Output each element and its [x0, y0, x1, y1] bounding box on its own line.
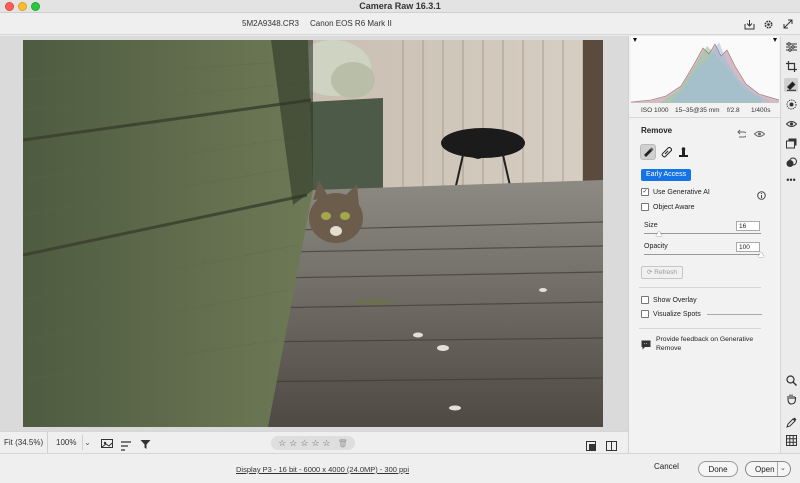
visualize-spots-label: Visualize Spots — [653, 310, 701, 318]
star-icon[interactable]: ☆ — [289, 438, 297, 449]
object-aware-checkbox[interactable] — [641, 203, 649, 211]
opacity-value-input[interactable]: 100 — [736, 242, 760, 252]
size-value-input[interactable]: 16 — [736, 221, 760, 231]
edit-panel: ISO 1000 15–35@35 mm f/2.8 1/400s Remove… — [628, 36, 781, 453]
status-bar: Display P3 - 16 bit - 6000 x 4000 (24.0M… — [0, 453, 800, 483]
cancel-button[interactable]: Cancel — [654, 462, 679, 471]
remove-eraser-icon[interactable] — [784, 78, 798, 92]
zoom-100-button[interactable]: 100% — [48, 432, 82, 453]
histogram — [630, 36, 780, 103]
star-icon[interactable]: ☆ — [300, 438, 308, 449]
zoom-dropdown-icon[interactable]: ⌄ — [82, 435, 92, 450]
edit-sliders-icon[interactable] — [784, 40, 798, 54]
zoom-tool-icon[interactable] — [784, 373, 798, 387]
use-generative-ai-label: Use Generative AI — [653, 188, 710, 196]
title-bar: Camera Raw 16.3.1 — [0, 0, 800, 13]
star-icon[interactable]: ☆ — [323, 438, 331, 449]
remove-brush-tool[interactable] — [640, 144, 656, 160]
refresh-button[interactable]: ⟳ Refresh — [641, 266, 683, 279]
visualize-spots-checkbox[interactable] — [641, 310, 649, 318]
file-name: 5M2A9348.CR3 — [242, 19, 299, 28]
zoom-fit-button[interactable]: Fit (34.5%) — [0, 432, 48, 453]
masking-icon[interactable] — [784, 97, 798, 111]
camera-model: Canon EOS R6 Mark II — [310, 19, 392, 28]
open-split-divider — [777, 462, 778, 476]
done-button[interactable]: Done — [698, 461, 738, 477]
reset-icon[interactable] — [736, 125, 747, 143]
grid-overlay-icon[interactable] — [784, 433, 798, 447]
hand-tool-icon[interactable] — [784, 392, 798, 406]
panel-title: Remove — [641, 126, 673, 135]
tool-rail: ••• — [780, 36, 800, 453]
visualize-spots-slider[interactable] — [707, 314, 762, 315]
workflow-options-link[interactable]: Display P3 - 16 bit - 6000 x 4000 (24.0M… — [236, 465, 409, 474]
eyedropper-icon[interactable] — [784, 415, 798, 429]
gear-icon[interactable] — [761, 17, 775, 31]
star-icon[interactable]: ☆ — [278, 438, 286, 449]
object-aware-label: Object Aware — [653, 203, 695, 211]
section-divider — [639, 328, 761, 329]
opacity-label: Opacity — [644, 243, 668, 250]
shutter-value: 1/400s — [751, 107, 771, 114]
section-divider — [639, 287, 761, 288]
opacity-slider-track[interactable] — [644, 254, 761, 255]
rating-stars[interactable]: ☆ ☆ ☆ ☆ ☆ 🗑 — [271, 436, 355, 450]
refresh-icon: ⟳ — [646, 269, 653, 276]
feedback-link[interactable]: Provide feedback on Generative Remove — [656, 335, 756, 353]
file-header: 5M2A9348.CR3 Canon EOS R6 Mark II — [0, 13, 800, 35]
presets-icon[interactable] — [784, 155, 798, 169]
photo-preview[interactable] — [23, 40, 603, 427]
image-canvas[interactable] — [0, 36, 628, 431]
visibility-eye-icon[interactable] — [753, 125, 766, 143]
show-overlay-checkbox[interactable] — [641, 296, 649, 304]
use-generative-ai-option[interactable]: ✓ Use Generative AI — [641, 187, 710, 197]
more-options-icon[interactable]: ••• — [784, 173, 798, 187]
use-generative-ai-checkbox[interactable]: ✓ — [641, 188, 649, 196]
size-label: Size — [644, 222, 658, 229]
info-icon[interactable] — [757, 187, 766, 205]
canvas-toolbar: Fit (34.5%) 100% ⌄ ☆ ☆ ☆ ☆ ☆ 🗑 — [0, 431, 628, 453]
clone-stamp-tool[interactable] — [675, 144, 691, 160]
heal-tool[interactable] — [658, 144, 674, 160]
red-eye-icon[interactable] — [784, 117, 798, 131]
aperture-value: f/2.8 — [727, 107, 740, 114]
refresh-label: Refresh — [654, 269, 678, 276]
early-access-badge: Early Access — [641, 169, 692, 181]
fullscreen-icon[interactable] — [781, 17, 795, 31]
save-image-icon[interactable] — [742, 17, 756, 31]
exif-info: ISO 1000 15–35@35 mm f/2.8 1/400s — [629, 104, 781, 118]
iso-value: ISO 1000 — [641, 107, 669, 114]
size-slider-thumb[interactable] — [656, 231, 663, 236]
lens-value: 15–35@35 mm — [675, 107, 720, 114]
object-aware-option[interactable]: Object Aware — [641, 202, 695, 212]
camera-raw-window: Camera Raw 16.3.1 5M2A9348.CR3 Canon EOS… — [0, 0, 800, 483]
trash-icon[interactable]: 🗑 — [338, 439, 348, 448]
star-icon[interactable]: ☆ — [311, 438, 319, 449]
open-options-chevron-icon[interactable]: ⌄ — [780, 464, 786, 472]
crop-icon[interactable] — [784, 59, 798, 73]
snapshots-icon[interactable] — [784, 136, 798, 150]
opacity-slider-thumb[interactable] — [758, 252, 764, 257]
visualize-spots-option[interactable]: Visualize Spots — [641, 309, 701, 319]
show-overlay-option[interactable]: Show Overlay — [641, 295, 697, 305]
feedback-icon — [641, 337, 651, 355]
show-overlay-label: Show Overlay — [653, 296, 697, 304]
app-title: Camera Raw 16.3.1 — [359, 1, 441, 11]
